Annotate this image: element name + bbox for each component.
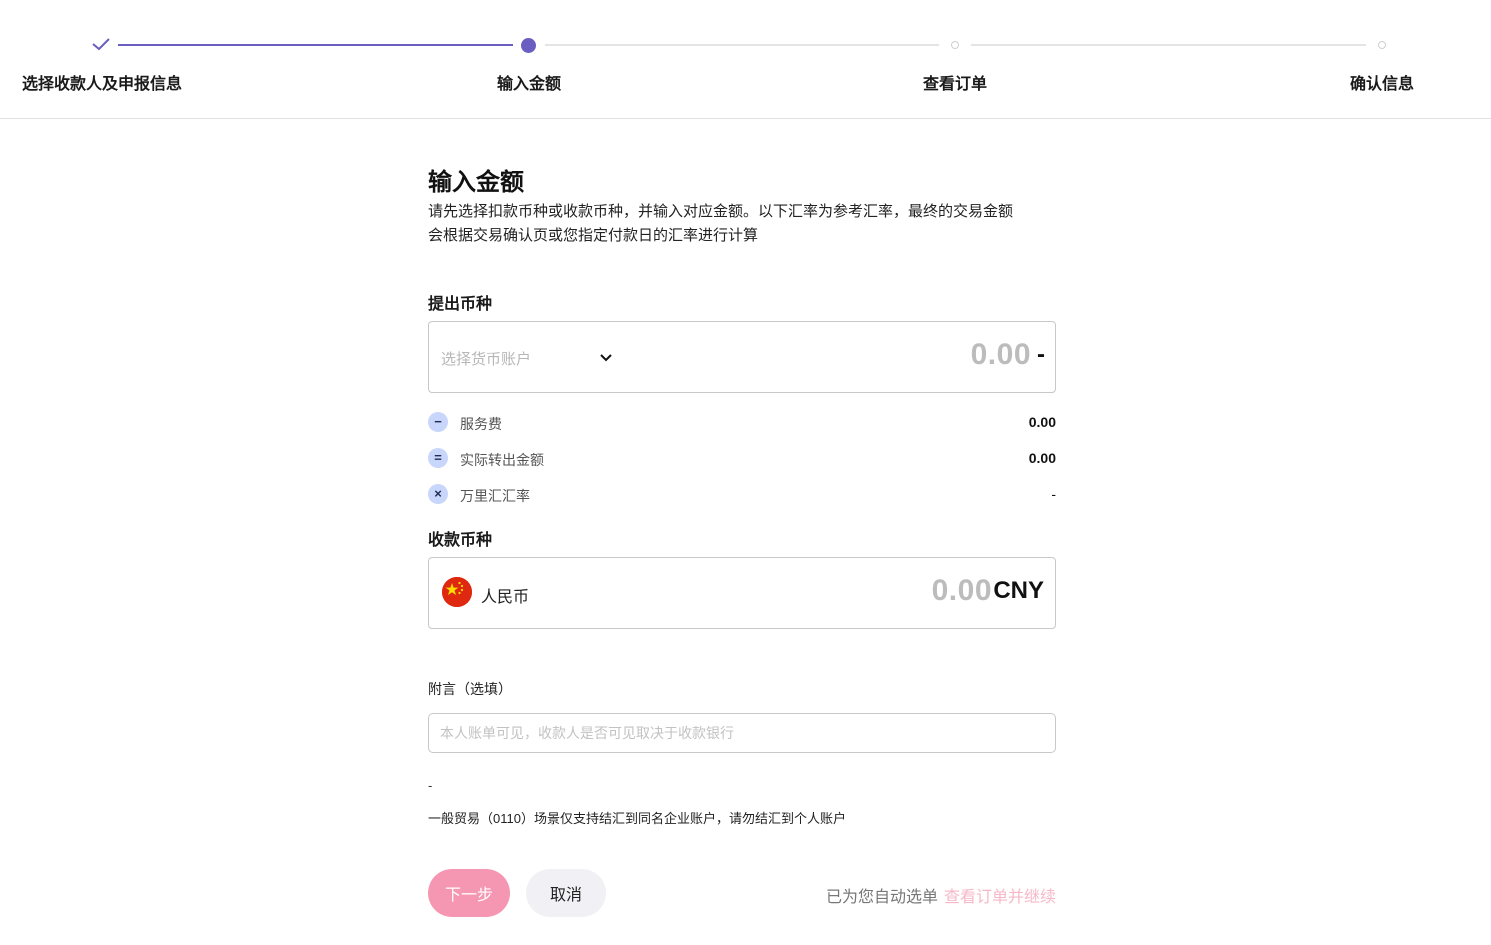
step-label-recipient: 选择收款人及申报信息 xyxy=(21,76,183,93)
next-button[interactable]: 下一步 xyxy=(428,869,510,917)
minus-icon: − xyxy=(428,412,448,432)
step-label-amount: 输入金额 xyxy=(496,76,562,93)
china-flag-icon xyxy=(442,577,472,607)
step-label-confirm: 确认信息 xyxy=(1349,76,1415,93)
receive-amount-box: 人民币 0.00 CNY xyxy=(428,557,1056,629)
active-step-dot xyxy=(521,38,536,53)
exchange-rate-row: × 万里汇汇率 - xyxy=(428,484,1056,504)
dash-text: - xyxy=(428,778,433,793)
fee-value: 0.00 xyxy=(1028,414,1056,430)
step-connector-1 xyxy=(118,44,513,46)
check-icon xyxy=(92,38,110,51)
withdraw-amount-box: 选择货币账户 0.00 - xyxy=(428,321,1056,393)
receive-currency-name: 人民币 xyxy=(481,589,530,606)
description-line: 会根据交易确认页或您指定付款日的汇率进行计算 xyxy=(428,227,759,244)
view-order-link[interactable]: 查看订单并继续 xyxy=(944,889,1056,906)
actual-transfer-row: = 实际转出金额 0.00 xyxy=(428,448,1056,468)
description-line: 请先选择扣款币种或收款币种，并输入对应金额。以下汇率为参考汇率，最终的交易金额 xyxy=(428,203,1014,220)
fee-label: 万里汇汇率 xyxy=(460,488,530,504)
chevron-down-icon xyxy=(600,354,612,362)
receive-currency-label: 收款币种 xyxy=(428,532,493,549)
withdraw-currency-code: - xyxy=(1037,341,1045,368)
fee-value: - xyxy=(1051,486,1056,502)
receive-currency-code: CNY xyxy=(993,577,1044,604)
trade-notice: 一般贸易（0110）场景仅支持结汇到同名企业账户，请勿结汇到个人账户 xyxy=(428,811,846,826)
progress-stepper: 选择收款人及申报信息 输入金额 查看订单 确认信息 xyxy=(0,0,1491,119)
auto-select-text: 已为您自动选单 xyxy=(825,889,938,906)
note-label: 附言（选填） xyxy=(428,681,512,697)
step-connector-2 xyxy=(545,44,939,46)
service-fee-row: − 服务费 0.00 xyxy=(428,412,1056,432)
receive-amount-input[interactable]: 0.00 xyxy=(932,574,992,608)
currency-select-placeholder: 选择货币账户 xyxy=(441,351,532,368)
note-input[interactable] xyxy=(428,713,1056,753)
step-label-review: 查看订单 xyxy=(922,76,988,93)
equals-icon: = xyxy=(428,448,448,468)
cancel-button[interactable]: 取消 xyxy=(526,869,606,917)
times-icon: × xyxy=(428,484,448,504)
page-title: 输入金额 xyxy=(428,169,524,196)
pending-step-dot xyxy=(1378,41,1386,49)
withdraw-currency-label: 提出币种 xyxy=(428,296,493,313)
page-description: 请先选择扣款币种或收款币种，并输入对应金额。以下汇率为参考汇率，最终的交易金额 … xyxy=(428,200,1056,248)
currency-account-select[interactable]: 选择货币账户 xyxy=(429,322,629,392)
pending-step-dot xyxy=(951,41,959,49)
fee-label: 实际转出金额 xyxy=(460,452,544,468)
fee-value: 0.00 xyxy=(1028,450,1056,466)
step-connector-3 xyxy=(971,44,1366,46)
withdraw-amount-input[interactable]: 0.00 xyxy=(971,338,1031,372)
auto-select-notice: 已为您自动选单 查看订单并继续 xyxy=(826,883,1056,907)
fee-label: 服务费 xyxy=(460,416,502,432)
